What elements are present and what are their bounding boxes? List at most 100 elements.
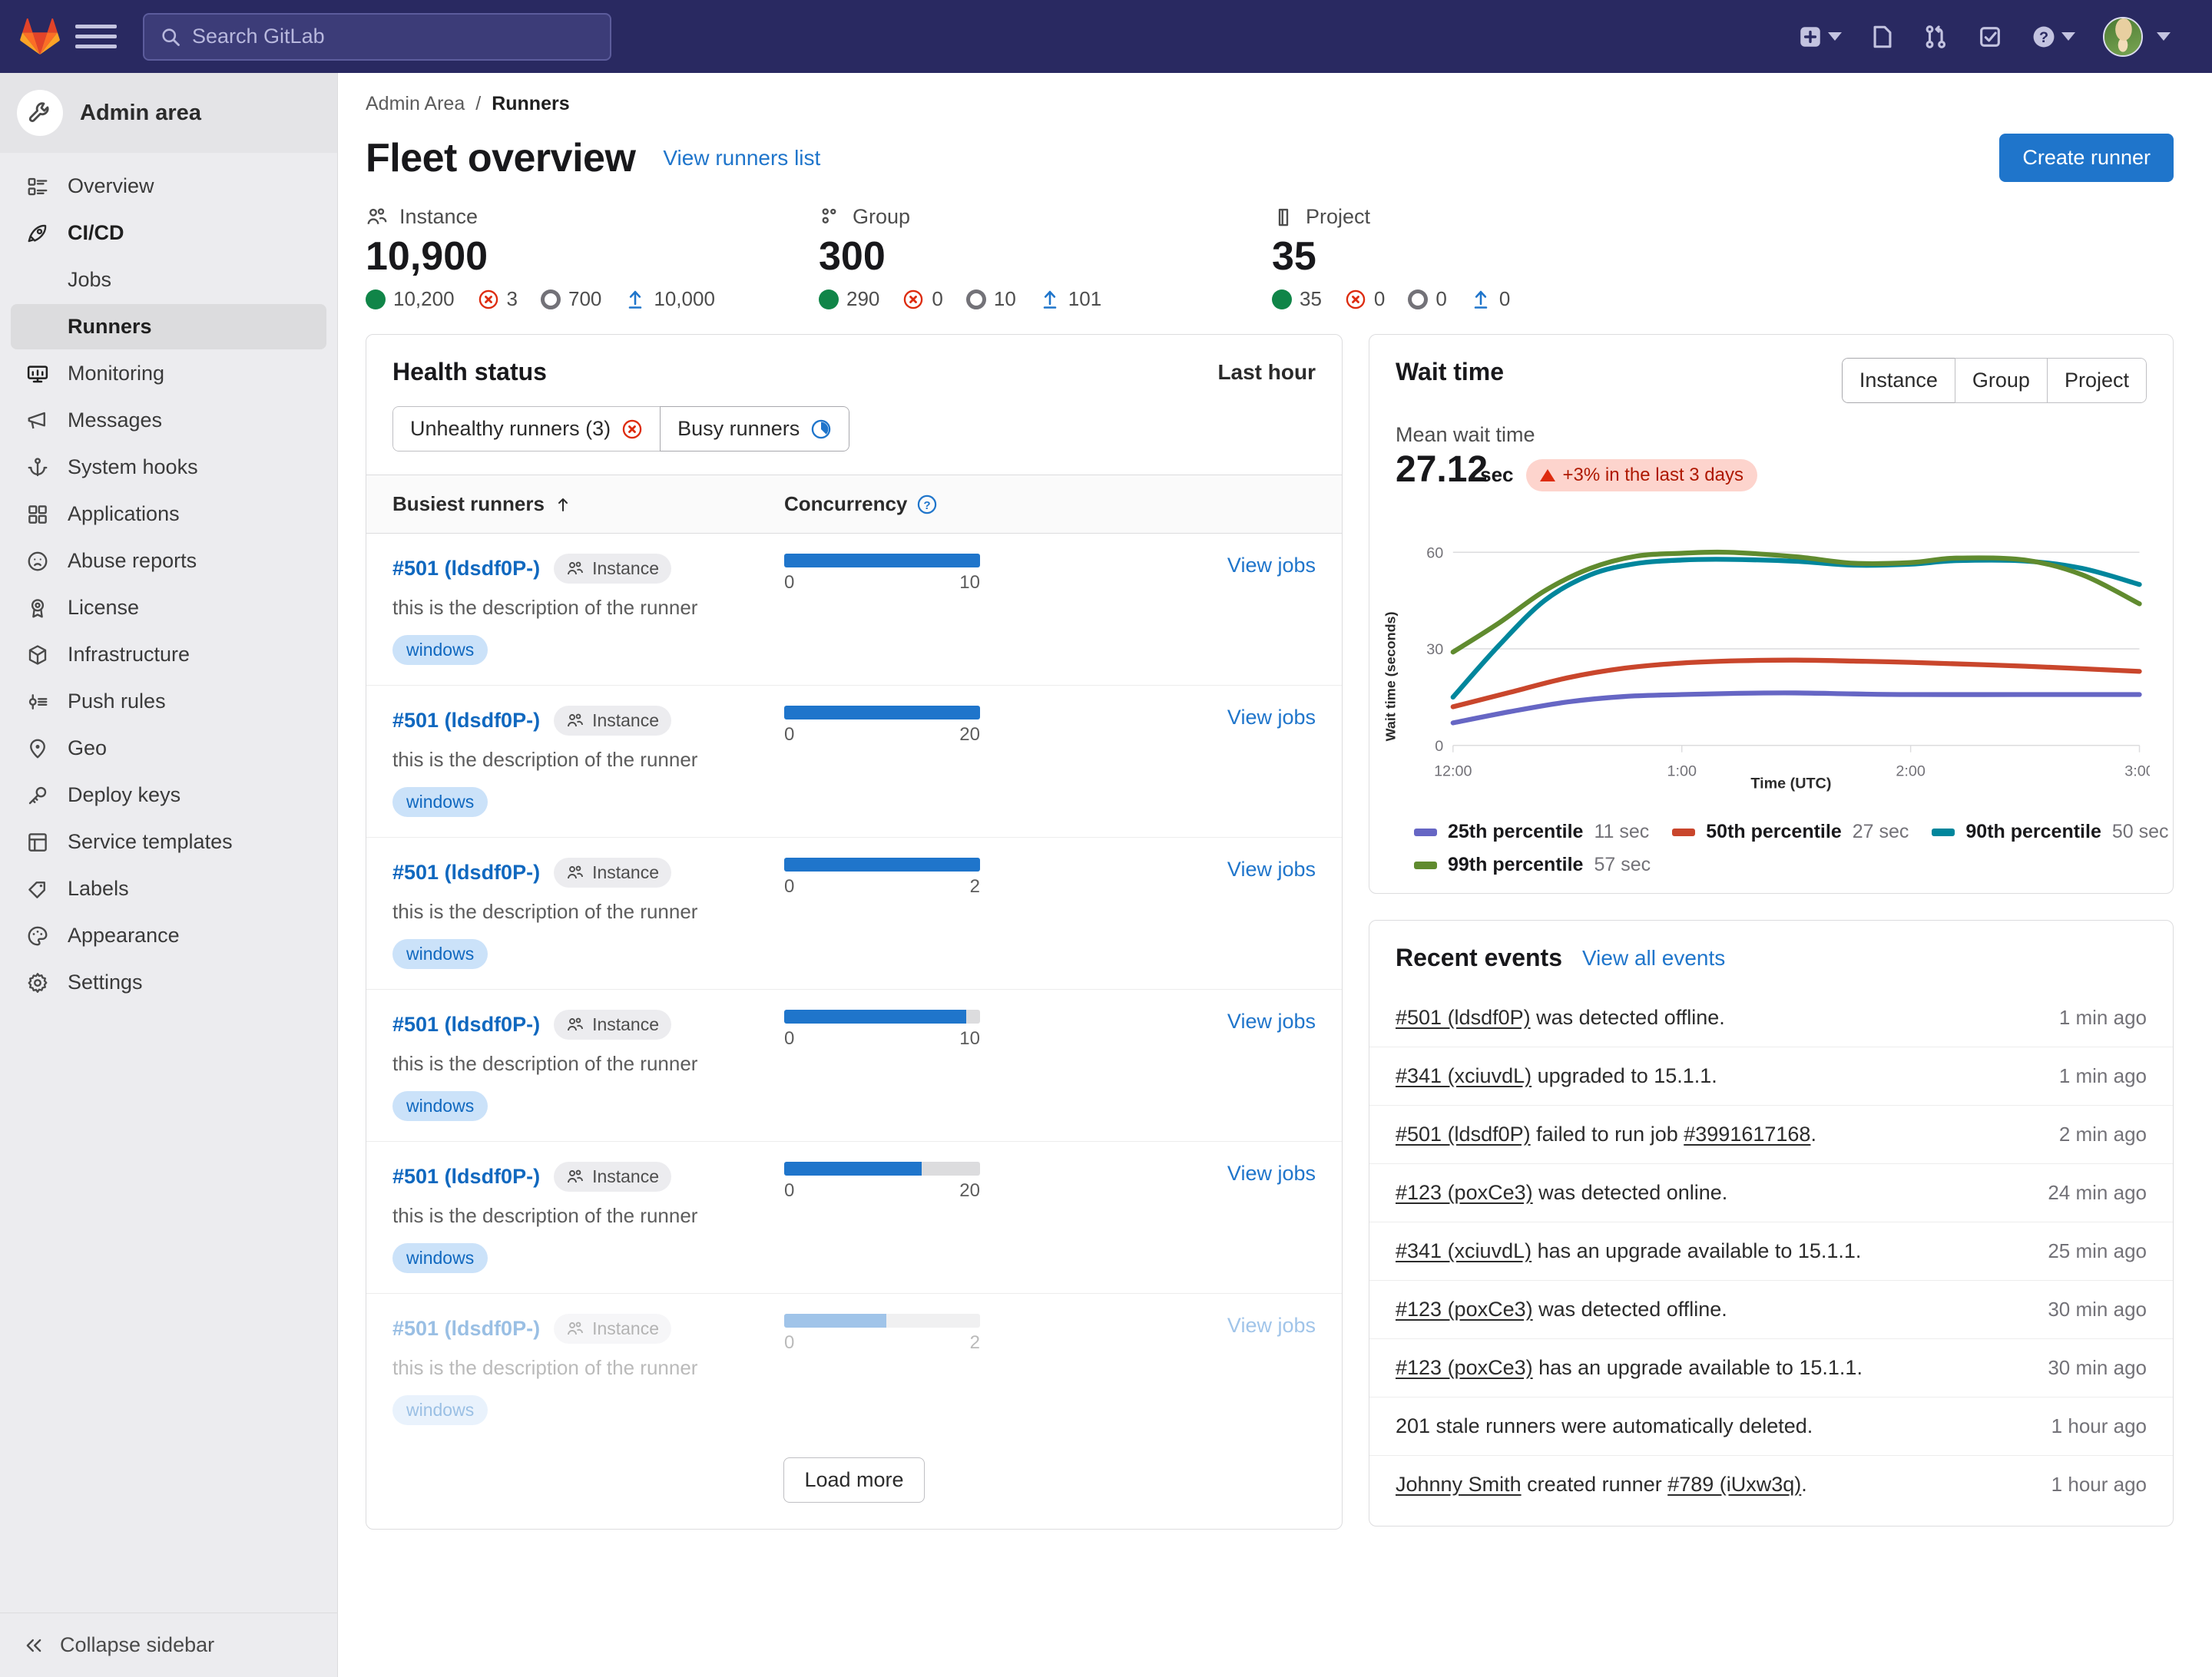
event-tail-text: . <box>1801 1473 1807 1496</box>
wait-time-trend-badge: +3% in the last 3 days <box>1525 459 1757 491</box>
event-link-secondary[interactable]: #3991617168 <box>1684 1123 1810 1146</box>
collapse-sidebar-label: Collapse sidebar <box>60 1633 215 1656</box>
hamburger-menu-icon[interactable] <box>75 16 117 58</box>
todos-icon[interactable] <box>1963 24 2017 50</box>
create-runner-button[interactable]: Create runner <box>1999 134 2174 182</box>
sidebar-item-infrastructure[interactable]: Infrastructure <box>11 632 326 677</box>
sidebar-item-appearance[interactable]: Appearance <box>11 913 326 958</box>
runner-id-link[interactable]: #501 (ldsdf0P-) <box>392 709 540 733</box>
gitlab-logo-icon[interactable] <box>20 17 60 57</box>
runner-id-link[interactable]: #501 (ldsdf0P-) <box>392 1013 540 1037</box>
tab-project[interactable]: Project <box>2046 358 2147 403</box>
chevron-down-icon <box>2157 32 2171 41</box>
mean-wait-time-label: Mean wait time <box>1396 423 1535 446</box>
table-row[interactable]: #501 (ldsdf0P-) Instance this is the des… <box>366 686 1342 838</box>
event-text: #501 (ldsdf0P) was detected offline. <box>1396 1006 2059 1030</box>
list-item: #341 (xciuvdL) has an upgrade available … <box>1369 1222 2173 1280</box>
sidebar-item-abuse-reports[interactable]: Abuse reports <box>11 538 326 584</box>
view-jobs-link[interactable]: View jobs <box>1227 706 1316 729</box>
concurrency-bar <box>784 858 980 872</box>
sidebar-item-messages[interactable]: Messages <box>11 398 326 443</box>
help-icon[interactable]: ? <box>2017 24 2089 50</box>
collapse-sidebar-button[interactable]: Collapse sidebar <box>0 1612 337 1677</box>
filter-busy-label: Busy runners <box>677 417 800 440</box>
search-input[interactable]: Search GitLab <box>143 12 611 61</box>
legend-item[interactable]: 99th percentile 57 sec <box>1414 854 2173 876</box>
event-link-primary[interactable]: Johnny Smith <box>1396 1473 1522 1496</box>
runner-id-link[interactable]: #501 (ldsdf0P-) <box>392 1317 540 1341</box>
bar-max: 20 <box>959 724 980 745</box>
merge-requests-icon[interactable] <box>1909 24 1963 50</box>
create-new-icon[interactable] <box>1783 24 1856 50</box>
view-all-events-link[interactable]: View all events <box>1582 946 1725 971</box>
tab-group[interactable]: Group <box>1954 358 2048 403</box>
sidebar-item-cicd[interactable]: CI/CD <box>11 210 326 256</box>
sidebar-item-labels[interactable]: Labels <box>11 866 326 911</box>
event-link-primary[interactable]: #123 (poxCe3) <box>1396 1356 1533 1379</box>
legend-value: 50 sec <box>2111 821 2169 842</box>
sidebar-item-deploy-keys[interactable]: Deploy keys <box>11 772 326 818</box>
cube-icon <box>25 643 51 666</box>
table-row[interactable]: #501 (ldsdf0P-) Instance this is the des… <box>366 990 1342 1142</box>
event-link-primary[interactable]: #123 (poxCe3) <box>1396 1181 1533 1204</box>
event-link-primary[interactable]: #341 (xciuvdL) <box>1396 1239 1532 1262</box>
sidebar-item-jobs[interactable]: Jobs <box>11 257 326 303</box>
view-jobs-link[interactable]: View jobs <box>1227 554 1316 577</box>
filter-busy-runners[interactable]: Busy runners <box>660 406 850 452</box>
tab-instance[interactable]: Instance <box>1841 358 1955 403</box>
view-jobs-link[interactable]: View jobs <box>1227 1314 1316 1337</box>
issues-icon[interactable] <box>1856 24 1909 50</box>
stat-upgrade-chip: 0 <box>1470 287 1510 311</box>
stale-ring-icon <box>541 289 561 309</box>
sidebar-item-applications[interactable]: Applications <box>11 491 326 537</box>
runner-id-link[interactable]: #501 (ldsdf0P-) <box>392 861 540 885</box>
stat-stale-value: 0 <box>1435 287 1447 310</box>
concurrency-bar-labels: 02 <box>784 876 980 898</box>
view-jobs-link[interactable]: View jobs <box>1227 858 1316 881</box>
help-circle-icon[interactable]: ? <box>916 494 938 515</box>
stat-group-chips: 290 0 10 101 <box>819 287 1272 311</box>
list-item: #123 (poxCe3) was detected online. 24 min… <box>1369 1163 2173 1222</box>
event-link-primary[interactable]: #501 (ldsdf0P) <box>1396 1006 1531 1029</box>
event-link-secondary[interactable]: #789 (iUxw3q) <box>1667 1473 1801 1496</box>
sidebar-item-overview[interactable]: Overview <box>11 164 326 209</box>
health-status-card: Health status Last hour Unhealthy runner… <box>366 334 1343 1530</box>
sidebar-item-push-rules[interactable]: Push rules <box>11 679 326 724</box>
sidebar-item-monitoring[interactable]: Monitoring <box>11 351 326 396</box>
load-more-button[interactable]: Load more <box>783 1457 925 1503</box>
event-text: #123 (poxCe3) has an upgrade available t… <box>1396 1356 2048 1380</box>
table-row[interactable]: #501 (ldsdf0P-) Instance this is the des… <box>366 838 1342 990</box>
upgrade-arrow-icon <box>1474 290 1488 309</box>
sidebar-item-geo[interactable]: Geo <box>11 726 326 771</box>
table-row[interactable]: #501 (ldsdf0P-) Instance this is the des… <box>366 1294 1342 1445</box>
runner-id-link[interactable]: #501 (ldsdf0P-) <box>392 557 540 580</box>
runner-tag: windows <box>392 1091 488 1121</box>
legend-item[interactable]: 25th percentile 11 sec <box>1414 821 1649 843</box>
runner-description: this is the description of the runner <box>392 1356 698 1379</box>
view-jobs-link[interactable]: View jobs <box>1227 1162 1316 1185</box>
column-busiest-runners[interactable]: Busiest runners <box>392 492 784 516</box>
legend-item[interactable]: 90th percentile 50 sec <box>1932 821 2169 843</box>
online-dot-icon <box>1272 289 1292 309</box>
event-link-primary[interactable]: #123 (poxCe3) <box>1396 1298 1533 1321</box>
view-runners-list-link[interactable]: View runners list <box>663 146 820 170</box>
view-jobs-link[interactable]: View jobs <box>1227 1010 1316 1033</box>
table-row[interactable]: #501 (ldsdf0P-) Instance this is the des… <box>366 534 1342 686</box>
sidebar-item-license[interactable]: License <box>11 585 326 630</box>
user-menu[interactable] <box>2089 16 2184 57</box>
sidebar-item-settings[interactable]: Settings <box>11 960 326 1005</box>
sidebar-item-service-templates[interactable]: Service templates <box>11 819 326 865</box>
stat-online-chip: 290 <box>819 287 879 311</box>
legend-item[interactable]: 50th percentile 27 sec <box>1672 821 1909 843</box>
filter-unhealthy-runners[interactable]: Unhealthy runners (3) <box>392 406 661 452</box>
event-link-primary[interactable]: #501 (ldsdf0P) <box>1396 1123 1531 1146</box>
event-link-primary[interactable]: #341 (xciuvdL) <box>1396 1064 1532 1087</box>
user-avatar[interactable] <box>2103 16 2143 57</box>
breadcrumb-admin-area[interactable]: Admin Area <box>366 93 465 115</box>
sidebar-context-header[interactable]: Admin area <box>0 73 337 153</box>
sidebar-item-system-hooks[interactable]: System hooks <box>11 445 326 490</box>
table-row[interactable]: #501 (ldsdf0P-) Instance this is the des… <box>366 1142 1342 1294</box>
runner-id-link[interactable]: #501 (ldsdf0P-) <box>392 1165 540 1189</box>
sidebar-item-runners[interactable]: Runners <box>11 304 326 349</box>
top-navbar: Search GitLab ? <box>0 0 2212 73</box>
